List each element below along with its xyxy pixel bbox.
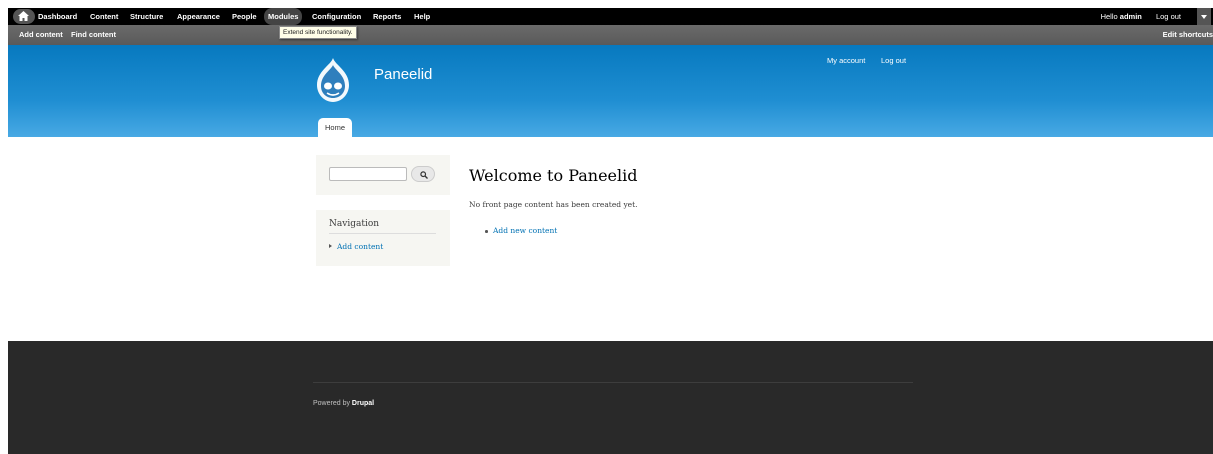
site-header <box>8 45 1213 137</box>
shortcuts-bar: Add content Find content Edit shortcuts <box>8 25 1213 45</box>
shortcut-add-content[interactable]: Add content <box>19 25 63 45</box>
add-new-content-link[interactable]: Add new content <box>493 226 557 235</box>
toolbar-modules[interactable]: Modules <box>264 8 303 25</box>
user-info: Hello admin Log out <box>1101 8 1181 25</box>
arrow-right-icon <box>329 244 332 248</box>
search-input[interactable] <box>329 167 407 181</box>
shortcut-find-content[interactable]: Find content <box>71 25 116 45</box>
powered-by-text: Powered by <box>313 400 350 407</box>
toolbar-people[interactable]: People <box>232 8 257 25</box>
footer-credit: Powered by Drupal <box>313 400 374 407</box>
toolbar-dashboard[interactable]: Dashboard <box>38 8 77 25</box>
header-logout-link[interactable]: Log out <box>881 56 906 65</box>
tab-home[interactable]: Home <box>318 118 352 137</box>
greeting: Hello <box>1100 12 1118 21</box>
chevron-down-icon <box>1201 15 1207 19</box>
toolbar-help[interactable]: Help <box>414 8 430 25</box>
nav-add-content-link[interactable]: Add content <box>337 242 383 251</box>
search-button[interactable] <box>411 166 435 182</box>
home-button[interactable] <box>13 9 35 24</box>
toolbar-structure[interactable]: Structure <box>130 8 163 25</box>
modules-tooltip: Extend site functionality. <box>279 26 357 39</box>
navigation-title: Navigation <box>329 219 380 229</box>
navigation-divider <box>329 233 436 234</box>
footer-divider <box>313 382 913 383</box>
search-icon <box>420 171 428 179</box>
toolbar-reports[interactable]: Reports <box>373 8 401 25</box>
drupal-logo[interactable] <box>315 57 351 103</box>
shortcuts-toggle[interactable] <box>1197 8 1211 25</box>
toolbar-logout[interactable]: Log out <box>1156 12 1181 21</box>
toolbar-content[interactable]: Content <box>90 8 118 25</box>
toolbar-configuration[interactable]: Configuration <box>312 8 361 25</box>
drupal-link[interactable]: Drupal <box>352 400 374 407</box>
list-bullet <box>485 230 488 233</box>
my-account-link[interactable]: My account <box>827 56 865 65</box>
toolbar-appearance[interactable]: Appearance <box>177 8 220 25</box>
page-title: Welcome to Paneelid <box>469 166 638 185</box>
home-icon <box>18 11 29 21</box>
edit-shortcuts-link[interactable]: Edit shortcuts <box>1163 25 1213 45</box>
site-footer <box>8 341 1213 454</box>
site-name[interactable]: Paneelid <box>374 66 432 83</box>
intro-text: No front page content has been created y… <box>469 200 638 209</box>
admin-toolbar: Dashboard Content Structure Appearance P… <box>8 8 1213 25</box>
username-link[interactable]: admin <box>1120 12 1142 21</box>
